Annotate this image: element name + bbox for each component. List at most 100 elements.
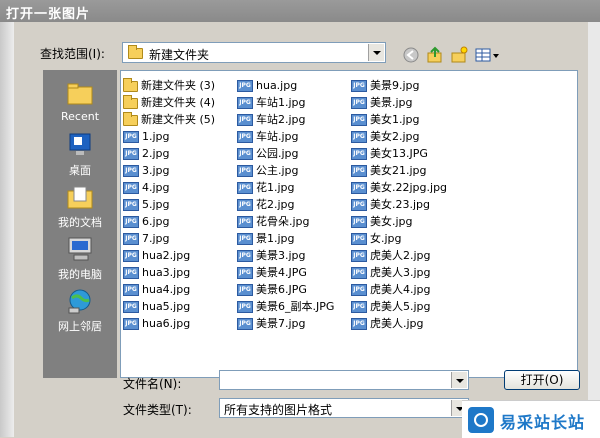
list-item[interactable]: JPG 公主.jpg — [237, 162, 334, 179]
jpg-file-icon: JPG — [237, 301, 253, 313]
list-item[interactable]: JPG 美景.jpg — [351, 94, 447, 111]
back-button[interactable] — [402, 46, 420, 64]
site-watermark: 易采站长站 — [462, 400, 600, 438]
file-column-2: JPG hua.jpg JPG 车站1.jpg JPG 车站2.jpg JPG 车站.j… — [237, 77, 334, 332]
list-item[interactable]: JPG 6.jpg — [123, 213, 215, 230]
list-item[interactable]: JPG 美女.jpg — [351, 213, 447, 230]
list-item[interactable]: JPG 美景7.jpg — [237, 315, 334, 332]
list-item[interactable]: JPG 美景4.JPG — [237, 264, 334, 281]
view-menu-icon — [475, 48, 499, 62]
folder-icon — [123, 77, 138, 92]
list-item[interactable]: JPG 3.jpg — [123, 162, 215, 179]
jpg-file-icon: JPG — [123, 216, 139, 228]
back-icon — [403, 47, 419, 63]
list-item[interactable]: JPG 美景9.jpg — [351, 77, 447, 94]
filename-label: 文件名(N): — [123, 377, 182, 391]
list-item[interactable]: JPG 美景6_副本.JPG — [237, 298, 334, 315]
new-folder-icon — [451, 46, 468, 63]
jpg-file-icon: JPG — [351, 216, 367, 228]
jpg-file-icon: JPG — [351, 284, 367, 296]
jpg-file-icon: JPG — [237, 148, 253, 160]
place-network[interactable]: 网上邻居 — [43, 288, 117, 334]
list-item[interactable]: 新建文件夹 (4) — [123, 94, 215, 111]
chevron-down-icon[interactable] — [451, 372, 467, 388]
list-item[interactable]: JPG 女.jpg — [351, 230, 447, 247]
list-item[interactable]: JPG 1.jpg — [123, 128, 215, 145]
list-item[interactable]: JPG 美女.22jpg.jpg — [351, 179, 447, 196]
list-item[interactable]: JPG 美景3.jpg — [237, 247, 334, 264]
list-item[interactable]: JPG 虎美人3.jpg — [351, 264, 447, 281]
jpg-file-icon: JPG — [351, 233, 367, 245]
list-item[interactable]: JPG hua4.jpg — [123, 281, 215, 298]
list-item[interactable]: JPG 美景6.JPG — [237, 281, 334, 298]
list-item[interactable]: JPG 花骨朵.jpg — [237, 213, 334, 230]
view-menu-button[interactable] — [474, 46, 500, 64]
list-item[interactable]: JPG hua5.jpg — [123, 298, 215, 315]
list-item[interactable]: JPG 美女21.jpg — [351, 162, 447, 179]
list-item[interactable]: JPG 2.jpg — [123, 145, 215, 162]
list-item[interactable]: JPG hua6.jpg — [123, 315, 215, 332]
jpg-file-icon: JPG — [123, 131, 139, 143]
file-list[interactable]: 新建文件夹 (3) 新建文件夹 (4) 新建文件夹 (5) JPG 1.jpg J… — [120, 70, 578, 378]
window-title: 打开一张图片 — [6, 7, 91, 22]
file-column-1: 新建文件夹 (3) 新建文件夹 (4) 新建文件夹 (5) JPG 1.jpg J… — [123, 77, 215, 332]
jpg-file-icon: JPG — [237, 165, 253, 177]
place-my-computer[interactable]: 我的电脑 — [43, 236, 117, 282]
list-item[interactable]: JPG 公园.jpg — [237, 145, 334, 162]
jpg-file-icon: JPG — [237, 216, 253, 228]
list-item[interactable]: JPG 车站1.jpg — [237, 94, 334, 111]
list-item[interactable]: JPG hua.jpg — [237, 77, 334, 94]
list-item[interactable]: JPG 美女.23.jpg — [351, 196, 447, 213]
list-item[interactable]: 新建文件夹 (5) — [123, 111, 215, 128]
jpg-file-icon: JPG — [123, 148, 139, 160]
jpg-file-icon: JPG — [351, 267, 367, 279]
list-item[interactable]: JPG hua2.jpg — [123, 247, 215, 264]
places-bar: Recent 桌面 我的文档 我的电脑 网上邻居 — [43, 70, 117, 378]
list-item[interactable]: JPG 景1.jpg — [237, 230, 334, 247]
up-folder-button[interactable] — [426, 46, 444, 64]
jpg-file-icon: JPG — [123, 199, 139, 211]
list-item[interactable]: JPG 美女13.JPG — [351, 145, 447, 162]
list-item[interactable]: JPG 7.jpg — [123, 230, 215, 247]
list-item[interactable]: JPG 4.jpg — [123, 179, 215, 196]
jpg-file-icon: JPG — [237, 284, 253, 296]
jpg-file-icon: JPG — [123, 233, 139, 245]
jpg-file-icon: JPG — [123, 182, 139, 194]
desktop-icon — [65, 132, 95, 158]
jpg-file-icon: JPG — [123, 284, 139, 296]
list-item[interactable]: JPG 虎美人.jpg — [351, 315, 447, 332]
list-item[interactable]: JPG 虎美人5.jpg — [351, 298, 447, 315]
place-recent[interactable]: Recent — [43, 80, 117, 123]
list-item[interactable]: JPG 车站.jpg — [237, 128, 334, 145]
list-item[interactable]: JPG 虎美人2.jpg — [351, 247, 447, 264]
jpg-file-icon: JPG — [123, 165, 139, 177]
place-my-documents[interactable]: 我的文档 — [43, 184, 117, 230]
list-item[interactable]: JPG 车站2.jpg — [237, 111, 334, 128]
file-column-3: JPG 美景9.jpg JPG 美景.jpg JPG 美女1.jpg JPG 美女2.j… — [351, 77, 447, 332]
filetype-select[interactable]: 所有支持的图片格式 — [219, 398, 469, 418]
open-file-dialog: 查找范围(I): 新建文件夹 Recent 桌面 我的文档 我的电脑 网上邻居 … — [14, 22, 588, 437]
filename-input[interactable] — [219, 370, 469, 390]
list-item[interactable]: JPG 美女2.jpg — [351, 128, 447, 145]
list-item[interactable]: JPG 花2.jpg — [237, 196, 334, 213]
place-desktop[interactable]: 桌面 — [43, 132, 117, 178]
list-item[interactable]: JPG 花1.jpg — [237, 179, 334, 196]
up-folder-icon — [427, 46, 442, 63]
jpg-file-icon: JPG — [351, 182, 367, 194]
my-documents-icon — [65, 184, 95, 210]
network-places-icon — [65, 288, 95, 314]
list-item[interactable]: JPG 5.jpg — [123, 196, 215, 213]
jpg-file-icon: JPG — [123, 267, 139, 279]
new-folder-button[interactable] — [450, 46, 468, 64]
look-in-combo[interactable]: 新建文件夹 — [122, 42, 386, 63]
filetype-label: 文件类型(T): — [123, 403, 192, 417]
jpg-file-icon: JPG — [351, 148, 367, 160]
chevron-down-icon[interactable] — [368, 44, 384, 61]
jpg-file-icon: JPG — [237, 250, 253, 262]
open-button[interactable]: 打开(O) — [504, 370, 580, 390]
list-item[interactable]: JPG 虎美人4.jpg — [351, 281, 447, 298]
list-item[interactable]: JPG 美女1.jpg — [351, 111, 447, 128]
list-item[interactable]: 新建文件夹 (3) — [123, 77, 215, 94]
list-item[interactable]: JPG hua3.jpg — [123, 264, 215, 281]
jpg-file-icon: JPG — [123, 318, 139, 330]
